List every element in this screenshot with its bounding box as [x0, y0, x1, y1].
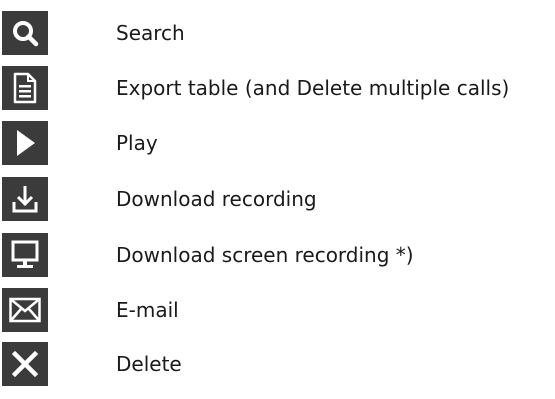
legend-row-email: E-mail: [0, 285, 555, 335]
legend-row-download: Download recording: [0, 174, 555, 224]
legend-label-download: Download recording: [116, 187, 317, 211]
legend-row-export: Export table (and Delete multiple calls): [0, 63, 555, 113]
delete-button[interactable]: [2, 342, 48, 386]
close-icon: [11, 350, 39, 378]
legend-label-search: Search: [116, 21, 185, 45]
legend-label-delete: Delete: [116, 352, 182, 376]
legend-row-search: Search: [0, 8, 555, 58]
monitor-icon: [11, 240, 39, 268]
legend-label-screen: Download screen recording *): [116, 243, 414, 267]
legend-label-email: E-mail: [116, 298, 179, 322]
play-icon: [17, 130, 35, 156]
legend-row-delete: Delete: [0, 339, 555, 389]
document-icon: [13, 72, 37, 104]
email-button[interactable]: [2, 288, 48, 332]
download-screen-recording-button[interactable]: [2, 233, 48, 277]
search-button[interactable]: [2, 11, 48, 55]
search-icon: [13, 21, 39, 47]
play-button[interactable]: [2, 121, 48, 165]
download-icon: [12, 186, 38, 213]
download-recording-button[interactable]: [2, 177, 48, 221]
legend-row-screen: Download screen recording *): [0, 230, 555, 280]
envelope-icon: [9, 297, 41, 323]
legend-label-export: Export table (and Delete multiple calls): [116, 76, 510, 100]
legend-label-play: Play: [116, 131, 158, 155]
export-table-button[interactable]: [2, 66, 48, 110]
legend-row-play: Play: [0, 118, 555, 168]
